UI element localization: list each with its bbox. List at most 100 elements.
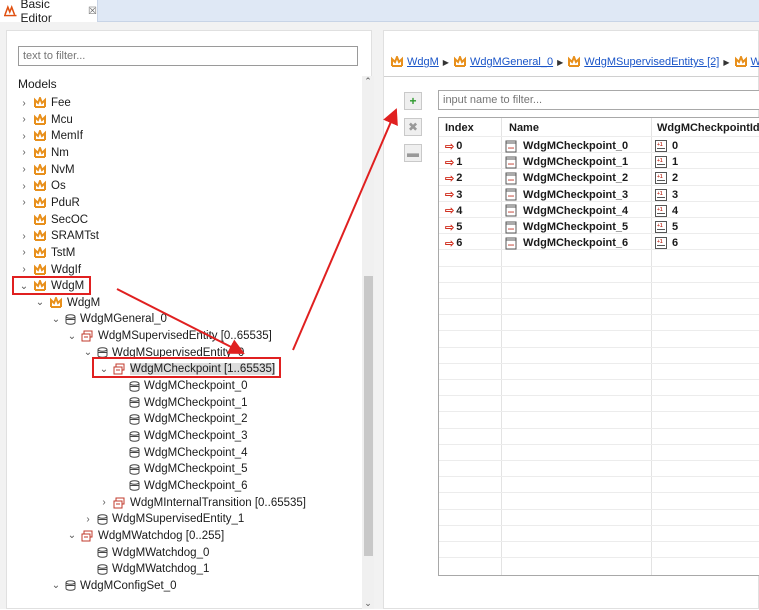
cell-checkpoint-id[interactable]: +1 3 bbox=[655, 187, 678, 203]
expand-chevron-icon[interactable]: › bbox=[19, 197, 29, 208]
cell-checkpoint-id[interactable]: +1 0 bbox=[655, 138, 678, 154]
tree-item[interactable]: › MemIf bbox=[19, 128, 83, 144]
expand-chevron-icon[interactable]: › bbox=[19, 264, 29, 275]
cell-index[interactable]: ⇨ 1 bbox=[445, 154, 462, 170]
tree-scrollbar[interactable]: ⌃ ⌄ bbox=[362, 76, 374, 609]
tree-filter-input[interactable] bbox=[18, 46, 358, 66]
tree-item[interactable]: › SRAMTst bbox=[19, 228, 99, 244]
tab-close-icon[interactable]: ☒ bbox=[88, 6, 97, 17]
tree-item[interactable]: ⌄ WdgMGeneral_0 bbox=[51, 311, 167, 327]
cell-checkpoint-id[interactable]: +1 4 bbox=[655, 203, 678, 219]
cell-name[interactable]: WdgMCheckpoint_3 bbox=[505, 187, 628, 203]
tree-item[interactable]: WdgMCheckpoint_2 bbox=[115, 411, 248, 427]
cell-checkpoint-id[interactable]: +1 2 bbox=[655, 170, 678, 186]
tree-item[interactable]: ⌄ WdgMWatchdog [0..255] bbox=[67, 528, 224, 544]
cell-index[interactable]: ⇨ 5 bbox=[445, 219, 462, 235]
header-index[interactable]: Index bbox=[445, 120, 474, 136]
collapse-chevron-icon[interactable]: ⌄ bbox=[51, 580, 61, 591]
tree-item-label: Os bbox=[51, 180, 66, 193]
expand-chevron-icon[interactable]: › bbox=[19, 98, 29, 109]
tree-item[interactable]: › Fee bbox=[19, 95, 71, 111]
header-checkpoint-id[interactable]: WdgMCheckpointId bbox=[657, 120, 759, 136]
module-icon bbox=[33, 130, 47, 142]
collapse-chevron-icon[interactable]: ⌄ bbox=[35, 297, 45, 308]
integer-icon: +1 bbox=[655, 221, 667, 233]
tree-item[interactable]: ⌄ WdgMConfigSet_0 bbox=[51, 578, 177, 594]
expand-chevron-icon[interactable]: › bbox=[19, 164, 29, 175]
cell-name[interactable]: WdgMCheckpoint_0 bbox=[505, 138, 628, 154]
tree-item[interactable]: WdgMCheckpoint_5 bbox=[115, 461, 248, 477]
expand-chevron-icon[interactable]: › bbox=[19, 147, 29, 158]
row-gridline bbox=[439, 476, 759, 478]
tree-item[interactable]: WdgMCheckpoint_3 bbox=[115, 428, 248, 444]
other-button[interactable]: ▬ bbox=[404, 144, 422, 162]
add-button[interactable]: + bbox=[404, 92, 422, 110]
cell-checkpoint-id-text: 4 bbox=[672, 204, 679, 217]
scroll-up-icon[interactable]: ⌃ bbox=[362, 76, 374, 87]
tree-item[interactable]: WdgMWatchdog_0 bbox=[83, 545, 209, 561]
svg-text:+1: +1 bbox=[657, 191, 663, 197]
tree-item[interactable]: WdgMCheckpoint_4 bbox=[115, 445, 248, 461]
tree-item[interactable]: WdgMWatchdog_1 bbox=[83, 561, 209, 577]
model-tree-pane: Models › Fee › Mcu › MemIf › Nm › NvM › Os › PduR SecO… bbox=[6, 30, 374, 609]
tree-item-label: WdgMCheckpoint_1 bbox=[144, 396, 248, 409]
cell-index[interactable]: ⇨ 4 bbox=[445, 203, 462, 219]
integer-icon: +1 bbox=[655, 188, 667, 201]
collapse-chevron-icon[interactable]: ⌄ bbox=[67, 331, 77, 342]
cell-index[interactable]: ⇨ 2 bbox=[445, 170, 462, 186]
expand-chevron-icon[interactable]: › bbox=[19, 131, 29, 142]
table-filter-input[interactable] bbox=[438, 90, 759, 110]
tree-item[interactable]: WdgMCheckpoint_6 bbox=[115, 478, 248, 494]
cell-index[interactable]: ⇨ 0 bbox=[445, 138, 462, 154]
breadcrumb-link[interactable]: WdgM bbox=[407, 56, 439, 68]
tree-item[interactable]: › WdgMSupervisedEntity_1 bbox=[83, 511, 244, 527]
breadcrumb-separator-icon[interactable]: ▶ bbox=[723, 58, 729, 67]
tree-item[interactable]: WdgMCheckpoint_1 bbox=[115, 395, 248, 411]
scroll-thumb[interactable] bbox=[364, 276, 373, 556]
tree-item-label: WdgMCheckpoint_3 bbox=[144, 430, 248, 442]
header-name[interactable]: Name bbox=[509, 120, 539, 136]
tree-item[interactable]: SecOC bbox=[19, 212, 88, 228]
breadcrumb-link[interactable]: WdgMGeneral_0 bbox=[470, 56, 553, 68]
cell-checkpoint-id[interactable]: +1 5 bbox=[655, 219, 678, 235]
remove-button[interactable]: ✖ bbox=[404, 118, 422, 136]
row-gridline bbox=[439, 362, 759, 364]
tree-item[interactable]: WdgMCheckpoint_0 bbox=[115, 378, 248, 394]
expand-chevron-icon[interactable]: › bbox=[19, 247, 29, 258]
breadcrumb-link[interactable]: WdgMSupervisedEntitys [2] bbox=[584, 56, 719, 68]
expand-chevron-icon[interactable]: › bbox=[19, 231, 29, 242]
cell-checkpoint-id[interactable]: +1 1 bbox=[655, 154, 678, 170]
cell-index[interactable]: ⇨ 6 bbox=[445, 235, 462, 251]
expand-chevron-icon[interactable]: › bbox=[83, 514, 93, 525]
breadcrumb-link[interactable]: W bbox=[751, 56, 759, 68]
cell-checkpoint-id[interactable]: +1 6 bbox=[655, 235, 678, 251]
tree-item[interactable]: › NvM bbox=[19, 162, 75, 178]
tree-item[interactable]: › Mcu bbox=[19, 112, 73, 128]
cell-name-text: WdgMCheckpoint_6 bbox=[523, 237, 629, 250]
collapse-chevron-icon[interactable]: ⌄ bbox=[67, 530, 77, 541]
expand-chevron-icon[interactable]: › bbox=[19, 114, 29, 125]
tree-item[interactable]: › Nm bbox=[19, 145, 69, 161]
tab-basic-editor[interactable]: Basic Editor ☒ bbox=[0, 0, 98, 25]
tree-item[interactable]: › TstM bbox=[19, 245, 75, 261]
expand-chevron-icon[interactable]: › bbox=[19, 181, 29, 192]
tree-item[interactable]: ⌄ WdgM bbox=[35, 295, 100, 311]
row-gridline bbox=[439, 492, 759, 494]
cell-name[interactable]: WdgMCheckpoint_1 bbox=[505, 154, 628, 170]
cell-name[interactable]: WdgMCheckpoint_2 bbox=[505, 170, 628, 186]
scroll-down-icon[interactable]: ⌄ bbox=[362, 598, 374, 609]
index-arrow-icon: ⇨ bbox=[445, 221, 455, 234]
expand-chevron-icon[interactable]: › bbox=[99, 497, 109, 508]
tree-item[interactable]: › WdgMInternalTransition [0..65535] bbox=[99, 495, 306, 511]
tree-item[interactable]: › Os bbox=[19, 178, 66, 194]
cell-name-text: WdgMCheckpoint_0 bbox=[523, 140, 629, 152]
cell-name[interactable]: WdgMCheckpoint_4 bbox=[505, 203, 628, 219]
breadcrumb-separator-icon[interactable]: ▶ bbox=[557, 58, 563, 67]
tree-item[interactable]: › PduR bbox=[19, 195, 80, 211]
breadcrumb-separator-icon[interactable]: ▶ bbox=[443, 58, 449, 67]
collapse-chevron-icon[interactable]: ⌄ bbox=[51, 314, 61, 325]
cell-name[interactable]: WdgMCheckpoint_5 bbox=[505, 219, 628, 235]
cell-name[interactable]: WdgMCheckpoint_6 bbox=[505, 235, 628, 251]
cell-index[interactable]: ⇨ 3 bbox=[445, 187, 462, 203]
tree-item[interactable]: ⌄ WdgMSupervisedEntity [0..65535] bbox=[67, 328, 272, 344]
